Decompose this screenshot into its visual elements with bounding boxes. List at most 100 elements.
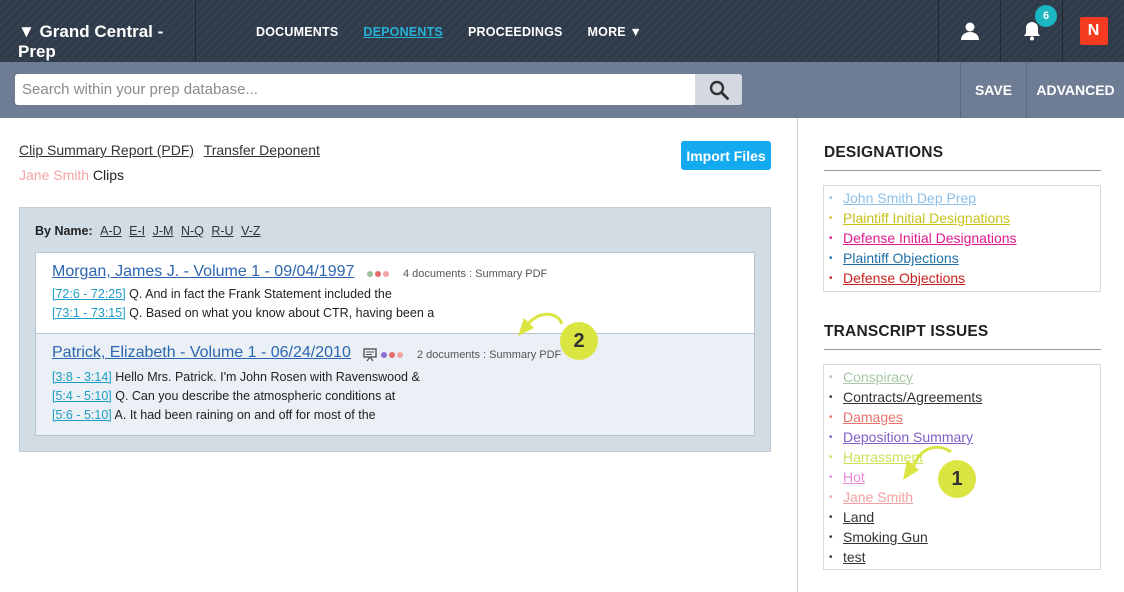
clip-range-link[interactable]: [73:1 - 73:15] [52,306,126,320]
nav-proceedings[interactable]: PROCEEDINGS [468,25,563,39]
deposition-card: Morgan, James J. - Volume 1 - 09/04/1997… [35,252,755,334]
designation-link[interactable]: John Smith Dep Prep [843,190,976,206]
main-content: Clip Summary Report (PDF) Transfer Depon… [0,118,797,592]
deposition-title-link[interactable]: Morgan, James J. - Volume 1 - 09/04/1997 [52,263,354,281]
advanced-search-button[interactable]: ADVANCED [1026,62,1124,118]
issue-link[interactable]: Smoking Gun [843,529,928,545]
issue-item: • Conspiracy [829,367,1100,387]
main-nav: DOCUMENTS DEPONENTS PROCEEDINGS MORE ▼ [256,25,667,39]
clips-label: Clips [89,167,125,183]
issue-link[interactable]: Conspiracy [843,369,913,385]
top-nav: ▼ Grand Central - Prep DOCUMENTS DEPONEN… [0,0,1124,62]
issue-item: • Deposition Summary [829,427,1100,447]
issue-dot [389,352,395,358]
clip-line: [5:6 - 5:10] A. It had been raining on a… [52,408,376,422]
search-input[interactable] [15,74,695,105]
designation-link[interactable]: Plaintiff Initial Designations [843,210,1010,226]
bullet: • [829,431,833,443]
issue-link[interactable]: Jane Smith [843,489,913,505]
transcript-issues-heading: TRANSCRIPT ISSUES [824,323,989,340]
clip-summary-report-link[interactable]: Clip Summary Report (PDF) [19,142,194,158]
clip-range-link[interactable]: [5:4 - 5:10] [52,389,112,403]
bullet: • [829,511,833,523]
nav-more[interactable]: MORE ▼ [588,25,643,39]
bullet: • [829,451,833,463]
clip-range-link[interactable]: [72:6 - 72:25] [52,287,126,301]
issue-item: • Smoking Gun [829,527,1100,547]
issue-item: • test [829,547,1100,567]
issue-dot [367,271,373,277]
clip-line: [72:6 - 72:25] Q. And in fact the Frank … [52,287,392,301]
clip-range-link[interactable]: [3:8 - 3:14] [52,370,112,384]
nav-deponents[interactable]: DEPONENTS [363,25,443,39]
clip-text: Q. And in fact the Frank Statement inclu… [125,287,392,301]
clip-text: Q. Based on what you know about CTR, hav… [125,306,435,320]
deponent-name: Jane Smith [19,167,90,183]
app-logo-button[interactable]: N [1062,0,1124,62]
issue-link[interactable]: Contracts/Agreements [843,389,982,405]
issue-item: • Contracts/Agreements [829,387,1100,407]
name-filter-label: By Name: [35,224,93,238]
clip-line: [5:4 - 5:10] Q. Can you describe the atm… [52,389,395,403]
designation-link[interactable]: Plaintiff Objections [843,250,959,266]
transfer-deponent-link[interactable]: Transfer Deponent [204,142,320,158]
filter-v-z[interactable]: V-Z [241,224,260,238]
notification-badge: 6 [1035,5,1057,27]
filter-e-i[interactable]: E-I [129,224,145,238]
deponent-clips-heading: Jane Smith Clips [19,167,124,183]
filter-n-q[interactable]: N-Q [181,224,204,238]
filter-r-u[interactable]: R-U [211,224,233,238]
bullet: • [829,551,833,563]
right-sidebar: DESIGNATIONS • John Smith Dep Prep • Plain… [797,118,1124,592]
issue-dot [381,352,387,358]
designation-item: • John Smith Dep Prep [829,188,1100,208]
bullet: • [829,411,833,423]
user-icon [960,22,979,40]
clip-range-link[interactable]: [5:6 - 5:10] [52,408,112,422]
import-files-button[interactable]: Import Files [681,141,771,170]
divider [824,349,1101,350]
issue-link[interactable]: test [843,549,866,565]
bullet: • [829,272,833,284]
presentation-icon [363,348,377,362]
designations-heading: DESIGNATIONS [824,144,944,161]
filter-j-m[interactable]: J-M [153,224,174,238]
search-bar: SAVE ADVANCED [0,62,1124,118]
divider [824,170,1101,171]
issue-link[interactable]: Hot [843,469,865,485]
bullet: • [829,212,833,224]
issue-item: • Damages [829,407,1100,427]
search-icon [709,80,729,100]
issue-dot [383,271,389,277]
issue-link[interactable]: Land [843,509,874,525]
callout-marker: 2 [560,322,598,360]
documents-summary-link[interactable]: 4 documents : Summary PDF [403,268,547,280]
bullet: • [829,232,833,244]
nav-documents[interactable]: DOCUMENTS [256,25,338,39]
clip-text: Hello Mrs. Patrick. I'm John Rosen with … [111,370,420,384]
filter-a-d[interactable]: A-D [100,224,122,238]
issue-dot [375,271,381,277]
designation-link[interactable]: Defense Initial Designations [843,230,1017,246]
save-button[interactable]: SAVE [960,62,1026,118]
documents-summary-link[interactable]: 2 documents : Summary PDF [417,349,561,361]
callout-marker: 1 [938,460,976,498]
bullet: • [829,391,833,403]
issue-dot [397,352,403,358]
clips-panel: By Name: A-D E-I J-M N-Q R-U V-Z Morgan,… [19,207,771,452]
designation-link[interactable]: Defense Objections [843,270,965,286]
search-button[interactable] [695,74,742,105]
clip-line: [3:8 - 3:14] Hello Mrs. Patrick. I'm Joh… [52,370,420,384]
search-box [15,74,742,105]
user-button[interactable] [938,0,1000,62]
bullet: • [829,531,833,543]
notifications-button[interactable]: 6 [1000,0,1062,62]
project-switcher[interactable]: ▼ Grand Central - Prep [0,0,196,62]
deposition-title-link[interactable]: Patrick, Elizabeth - Volume 1 - 06/24/20… [52,344,351,362]
bullet: • [829,192,833,204]
issue-link[interactable]: Damages [843,409,903,425]
designation-item: • Defense Objections [829,268,1100,288]
app-logo: N [1079,17,1108,45]
issue-dots [381,352,403,358]
clip-line: [73:1 - 73:15] Q. Based on what you know… [52,306,434,320]
